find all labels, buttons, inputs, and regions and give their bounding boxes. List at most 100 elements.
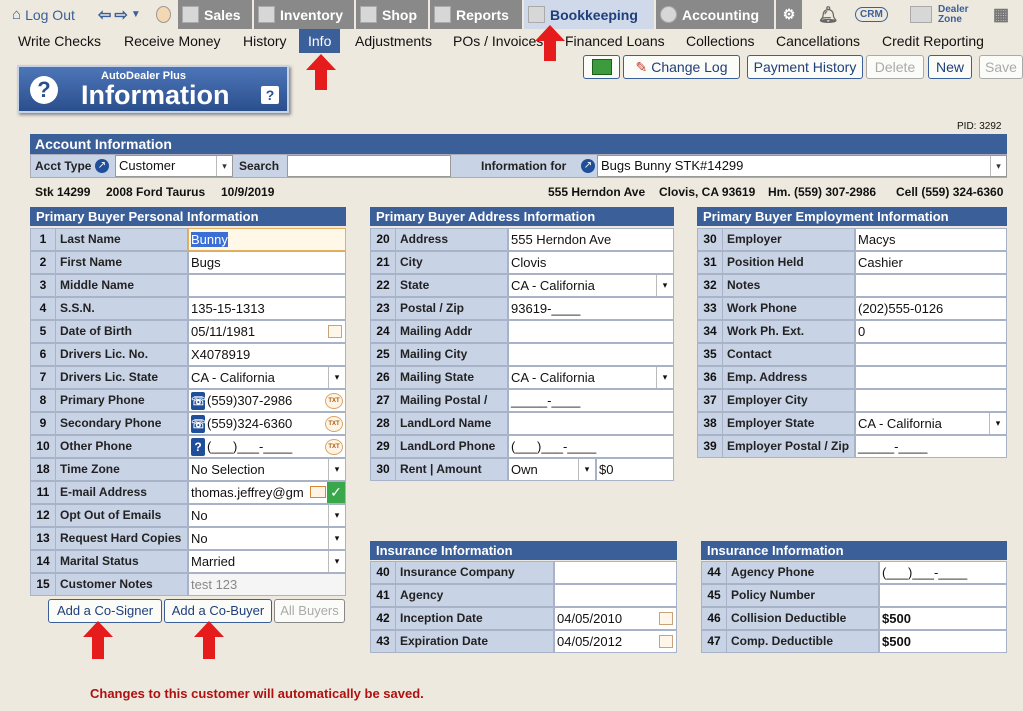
nav-inventory[interactable]: Inventory	[254, 0, 354, 29]
add-cobuyer-button[interactable]: Add a Co-Buyer	[164, 599, 272, 623]
submenu-pos-invoices[interactable]: POs / Invoices	[453, 29, 543, 53]
s-s-n-field[interactable]: 135-15-1313	[188, 297, 346, 320]
user-avatar-icon[interactable]	[152, 0, 176, 29]
forward-icon[interactable]: ⇨	[114, 5, 127, 25]
last-name-field[interactable]: Bunny	[188, 228, 346, 251]
save-button[interactable]: Save	[979, 55, 1023, 79]
comp-deductible-field[interactable]: $500	[879, 630, 1007, 653]
nav-sales[interactable]: Sales	[178, 0, 252, 29]
calculator-icon[interactable]: ▦	[993, 0, 1013, 29]
city-field[interactable]: Clovis	[508, 251, 674, 274]
payment-history-button[interactable]: Payment History	[747, 55, 863, 79]
other-phone-field[interactable]: (___)___-____? TXT	[188, 435, 346, 458]
policy-number-field[interactable]	[879, 584, 1007, 607]
crm-button[interactable]: CRM	[855, 0, 891, 29]
delete-button[interactable]: Delete	[866, 55, 924, 79]
postal-zip-field[interactable]: 93619-____	[508, 297, 674, 320]
submenu-credit-reporting[interactable]: Credit Reporting	[882, 29, 984, 53]
drivers-lic-state-field[interactable]: CA - California ▾	[188, 366, 346, 389]
dealer-zone-link[interactable]: Dealer Zone	[906, 0, 976, 29]
nav-reports[interactable]: Reports	[430, 0, 522, 29]
calendar-icon[interactable]	[659, 612, 673, 625]
acct-type-select[interactable]: Customer ▾	[115, 155, 233, 177]
contact-field[interactable]	[855, 343, 1007, 366]
time-zone-field[interactable]: No Selection ▾	[188, 458, 346, 481]
bell-icon[interactable]: 🔔︎	[818, 0, 838, 29]
customer-notes-field[interactable]: test 123	[188, 573, 346, 596]
drivers-lic-no-field[interactable]: X4078919	[188, 343, 346, 366]
position-held-field[interactable]: Cashier	[855, 251, 1007, 274]
text-message-icon[interactable]: TXT	[325, 416, 343, 432]
mailing-city-field[interactable]	[508, 343, 674, 366]
acct-type-link-icon[interactable]: ↗	[95, 159, 109, 173]
agency-phone-field[interactable]: (___)___-____	[879, 561, 1007, 584]
home-icon: ⌂	[12, 6, 22, 23]
email-envelope-icon[interactable]	[310, 486, 326, 498]
notes-field[interactable]	[855, 274, 1007, 297]
back-icon[interactable]: ⇦	[98, 5, 111, 25]
landlord-phone-field[interactable]: (___)___-____	[508, 435, 674, 458]
address-field[interactable]: 555 Herndon Ave	[508, 228, 674, 251]
submenu-collections[interactable]: Collections	[686, 29, 754, 53]
employer-field[interactable]: Macys	[855, 228, 1007, 251]
help-icon[interactable]: ?	[261, 86, 279, 104]
employer-city-field[interactable]	[855, 389, 1007, 412]
text-message-icon[interactable]: TXT	[325, 439, 343, 455]
calendar-icon[interactable]	[328, 325, 342, 338]
all-buyers-button[interactable]: All Buyers	[274, 599, 345, 623]
marital-status-field[interactable]: Married ▾	[188, 550, 346, 573]
emp-address-field[interactable]	[855, 366, 1007, 389]
rent-amount-field[interactable]: Own ▾	[508, 458, 596, 481]
inception-date-field[interactable]: 04/05/2010	[554, 607, 677, 630]
work-phone-field[interactable]: (202)555-0126	[855, 297, 1007, 320]
text-message-icon[interactable]: TXT	[325, 393, 343, 409]
mailing-state-field[interactable]: CA - California ▾	[508, 366, 674, 389]
submenu-history[interactable]: History	[243, 29, 287, 53]
date-of-birth-field[interactable]: 05/11/1981	[188, 320, 346, 343]
primary-phone-field[interactable]: (559)307-2986 ☏ TXT	[188, 389, 346, 412]
add-cosigner-button[interactable]: Add a Co-Signer	[48, 599, 162, 623]
mailing-addr-field[interactable]	[508, 320, 674, 343]
new-button[interactable]: New	[928, 55, 972, 79]
opt-out-of-emails-field[interactable]: No ▾	[188, 504, 346, 527]
e-mail-address-field[interactable]: thomas.jeffrey@gm ✓	[188, 481, 346, 504]
collision-deductible-field[interactable]: $500	[879, 607, 1007, 630]
secondary-phone-field[interactable]: (559)324-6360 ☏ TXT	[188, 412, 346, 435]
export-excel-button[interactable]	[583, 55, 620, 79]
settings-gear-icon[interactable]: ⚙	[776, 0, 802, 29]
calendar-icon[interactable]	[659, 635, 673, 648]
nav-shop[interactable]: Shop	[356, 0, 428, 29]
landlord-name-field[interactable]	[508, 412, 674, 435]
state-field[interactable]: CA - California ▾	[508, 274, 674, 297]
rent-amount-field[interactable]: $0	[596, 458, 674, 481]
chevron-down-icon[interactable]: ▼	[131, 9, 141, 20]
employer-postal-zip-field[interactable]: _____-____	[855, 435, 1007, 458]
row-number: 27	[370, 389, 396, 412]
information-for-select[interactable]: Bugs Bunny STK#14299 ▾	[597, 155, 1007, 177]
request-hard-copies-field[interactable]: No ▾	[188, 527, 346, 550]
field-value: $500	[882, 611, 911, 626]
employer-state-field[interactable]: CA - California ▾	[855, 412, 1007, 435]
logout-link[interactable]: ⌂ Log Out	[12, 0, 92, 29]
middle-name-field[interactable]	[188, 274, 346, 297]
insurance-company-field[interactable]	[554, 561, 677, 584]
work-ph-ext-field[interactable]: 0	[855, 320, 1007, 343]
expiration-date-field[interactable]: 04/05/2012	[554, 630, 677, 653]
information-for-link-icon[interactable]: ↗	[581, 159, 595, 173]
submenu-receive-money[interactable]: Receive Money	[124, 29, 221, 53]
submenu-info[interactable]: Info	[299, 29, 341, 53]
field-value: No Selection	[191, 462, 265, 477]
submenu-write-checks[interactable]: Write Checks	[18, 29, 101, 53]
mailing-postal-zip-field[interactable]: _____-____	[508, 389, 674, 412]
history-nav-icons[interactable]: ⇦ ⇨ ▼	[98, 0, 146, 29]
submenu-cancellations[interactable]: Cancellations	[776, 29, 860, 53]
row-number: 39	[697, 435, 723, 458]
first-name-field[interactable]: Bugs	[188, 251, 346, 274]
change-log-button[interactable]: ✎ Change Log	[623, 55, 740, 79]
agency-field[interactable]	[554, 584, 677, 607]
submenu-financed-loans[interactable]: Financed Loans	[565, 29, 665, 53]
search-input[interactable]	[287, 155, 451, 177]
nav-accounting[interactable]: Accounting	[656, 0, 774, 29]
submenu-adjustments[interactable]: Adjustments	[355, 29, 432, 53]
row-number: 41	[370, 584, 396, 607]
